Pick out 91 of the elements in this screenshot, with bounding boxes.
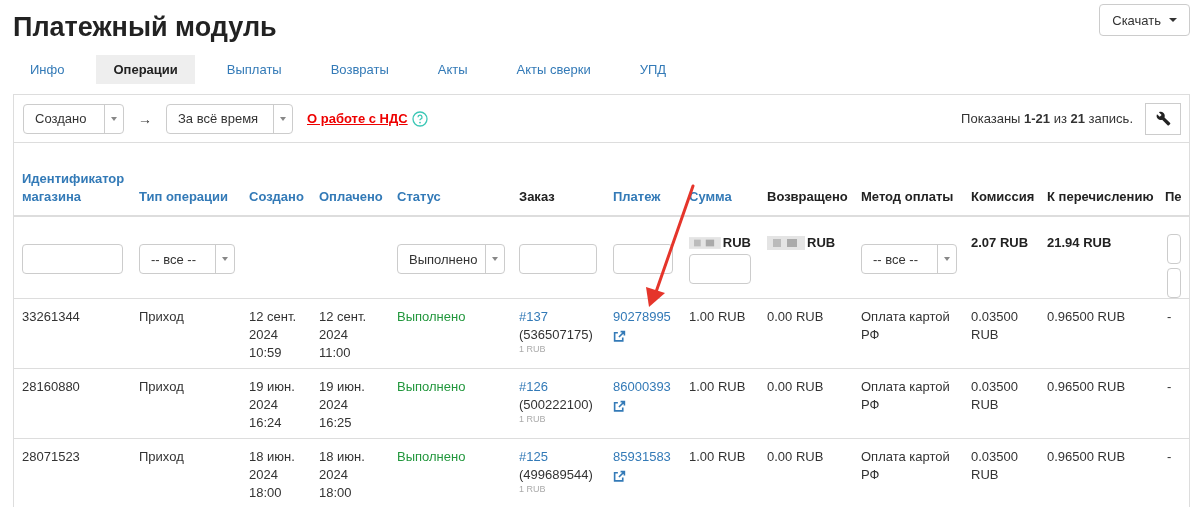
filter-input[interactable] [519, 244, 597, 274]
table-cell: 1.00 RUB [689, 379, 746, 394]
table-cell: 28160880 [22, 379, 80, 394]
status-text: Выполнено [397, 379, 466, 394]
external-link-icon[interactable] [613, 400, 626, 413]
table-cell: Приход [139, 309, 184, 324]
table-cell: Приход [139, 449, 184, 464]
table-cell: - [1167, 449, 1172, 464]
column-header[interactable]: Тип операции [139, 189, 229, 204]
table-cell: 33261344 [22, 309, 80, 324]
table-cell: 0.96500 RUB [1047, 449, 1126, 464]
table-cell: - [1167, 309, 1172, 324]
filter-input[interactable] [22, 244, 123, 274]
tab[interactable]: Возвраты [313, 55, 406, 84]
table-cell: 0.96500 RUB [1047, 379, 1126, 394]
order-link[interactable]: #125 [519, 448, 548, 466]
select-field[interactable]: За всё время [166, 103, 293, 134]
column-total: 2.07 RUB [971, 234, 1030, 251]
filter-input[interactable] [1167, 234, 1181, 264]
column-header: Метод оплаты [861, 189, 954, 204]
status-text: Выполнено [397, 309, 466, 324]
tab[interactable]: Акты [420, 55, 485, 84]
help-icon[interactable] [411, 110, 428, 127]
filter-input[interactable] [689, 254, 751, 284]
vat-link[interactable]: О работе с НДС [307, 111, 408, 126]
tab[interactable]: Операции [96, 55, 195, 84]
table-cell: 18 июн. 2024 18:00 [319, 449, 365, 500]
order-amount: 1 RUB [519, 484, 547, 495]
external-link-icon[interactable] [613, 330, 626, 343]
select-field[interactable]: Создано [23, 103, 124, 134]
filter-input[interactable] [1167, 268, 1181, 298]
column-header: К перечислению [1047, 189, 1154, 204]
filter-input[interactable] [613, 244, 673, 274]
table-cell: 12 сент. 2024 10:59 [249, 309, 297, 360]
select-field[interactable]: -- все -- [861, 244, 957, 274]
order-id: (536507175) [519, 326, 594, 344]
order-link[interactable]: #126 [519, 378, 548, 396]
page-title: Платежный модуль [13, 12, 277, 43]
table-cell: Оплата картой РФ [861, 449, 950, 482]
table-cell: 1.00 RUB [689, 449, 746, 464]
table-cell: 0.00 RUB [767, 379, 824, 394]
table-cell: 0.00 RUB [767, 309, 824, 324]
wrench-icon [1155, 111, 1171, 126]
payment-link[interactable]: 85931583 [613, 448, 671, 466]
column-header[interactable]: Оплачено [319, 189, 383, 204]
payment-link[interactable]: 90278995 [613, 308, 671, 326]
column-header: Заказ [519, 189, 555, 204]
table-cell: 18 июн. 2024 18:00 [249, 449, 295, 500]
table-cell: 19 июн. 2024 16:25 [319, 379, 365, 430]
download-button[interactable]: Скачать [1099, 4, 1190, 36]
external-link-icon[interactable] [613, 470, 626, 483]
tab[interactable]: Акты сверки [499, 55, 608, 84]
table-cell: 0.03500 RUB [971, 449, 1018, 482]
column-header[interactable]: Создано [249, 189, 304, 204]
table-cell: 1.00 RUB [689, 309, 746, 324]
tab[interactable]: УПД [622, 55, 684, 84]
select-field[interactable]: Выполнено [397, 244, 505, 274]
table-cell: 19 июн. 2024 16:24 [249, 379, 295, 430]
select-field[interactable]: -- все -- [139, 244, 235, 274]
order-amount: 1 RUB [519, 414, 547, 425]
order-amount: 1 RUB [519, 344, 547, 355]
order-id: (500222100) [519, 396, 594, 414]
column-total: RUB [689, 234, 751, 251]
table-cell: Оплата картой РФ [861, 309, 950, 342]
table-cell: 28071523 [22, 449, 80, 464]
table-cell: 0.03500 RUB [971, 309, 1018, 342]
column-header[interactable]: Идентификатор магазина [22, 170, 123, 206]
column-header[interactable]: Сумма [689, 189, 732, 204]
settings-button[interactable] [1145, 102, 1181, 135]
column-header[interactable]: Платеж [613, 189, 661, 204]
table-cell: 0.03500 RUB [971, 379, 1018, 412]
results-summary: Показаны 1-21 из 21 запись. [961, 111, 1133, 126]
tab[interactable]: Инфо [13, 55, 82, 84]
arrow-text: → [138, 110, 152, 127]
column-header[interactable]: Статус [397, 189, 441, 204]
table-cell: 12 сент. 2024 11:00 [319, 309, 367, 360]
table-cell: - [1167, 379, 1172, 394]
column-header: Пе [1165, 189, 1182, 204]
column-total: 21.94 RUB [1047, 234, 1113, 251]
payment-link[interactable]: 86000393 [613, 378, 671, 396]
table-cell: Приход [139, 379, 184, 394]
order-link[interactable]: #137 [519, 308, 548, 326]
column-total: RUB [767, 234, 845, 251]
order-id: (499689544) [519, 466, 594, 484]
table-cell: 0.00 RUB [767, 449, 824, 464]
status-text: Выполнено [397, 449, 466, 464]
table-cell: Оплата картой РФ [861, 379, 950, 412]
column-header: Возвращено [767, 189, 848, 204]
table-cell: 0.96500 RUB [1047, 309, 1126, 324]
tab[interactable]: Выплаты [209, 55, 299, 84]
column-header: Комиссия [971, 189, 1035, 204]
